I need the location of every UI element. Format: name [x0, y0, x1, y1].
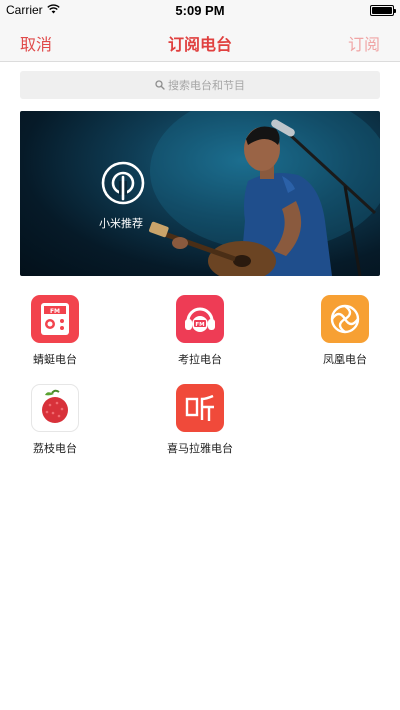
svg-text:FM: FM: [195, 322, 204, 328]
station-item-lizhi[interactable]: 荔枝电台: [0, 384, 110, 464]
ximalaya-icon: [176, 384, 224, 432]
station-label: 荔枝电台: [33, 442, 77, 455]
banner-label: 小米推荐: [99, 217, 143, 230]
lychee-icon: [31, 384, 79, 432]
subscribe-button[interactable]: 订阅: [348, 31, 380, 55]
station-item-fenghuang[interactable]: 凤凰电台: [290, 295, 400, 375]
station-item-ximalaya[interactable]: 喜马拉雅电台: [145, 384, 255, 464]
station-item-qingting[interactable]: FM 蜻蜓电台: [0, 295, 110, 375]
station-item-kaola[interactable]: FM 考拉电台: [145, 295, 255, 375]
battery-icon: [370, 5, 396, 16]
svg-text:FM: FM: [50, 308, 60, 315]
station-label: 蜻蜓电台: [33, 353, 77, 366]
cancel-button[interactable]: 取消: [20, 31, 52, 55]
clock: 5:09 PM: [175, 3, 225, 18]
station-label: 考拉电台: [178, 353, 222, 366]
page-title: 订阅电台: [167, 35, 232, 54]
radio-icon: FM: [31, 295, 79, 343]
search-icon: [155, 80, 165, 90]
status-bar: Carrier 5:09 PM: [0, 0, 400, 22]
station-label: 喜马拉雅电台: [167, 442, 233, 455]
concert-photo: [101, 111, 380, 276]
navigation-bar: 取消 订阅电台 订阅: [0, 22, 400, 62]
phoenix-icon: [321, 295, 369, 343]
search-placeholder: 搜索电台和节目: [168, 79, 245, 92]
search-input[interactable]: 搜索电台和节目: [20, 71, 380, 99]
koala-fm-icon: FM: [176, 295, 224, 343]
station-label: 凤凰电台: [323, 353, 367, 366]
recommendation-banner[interactable]: 小米推荐: [20, 111, 380, 276]
